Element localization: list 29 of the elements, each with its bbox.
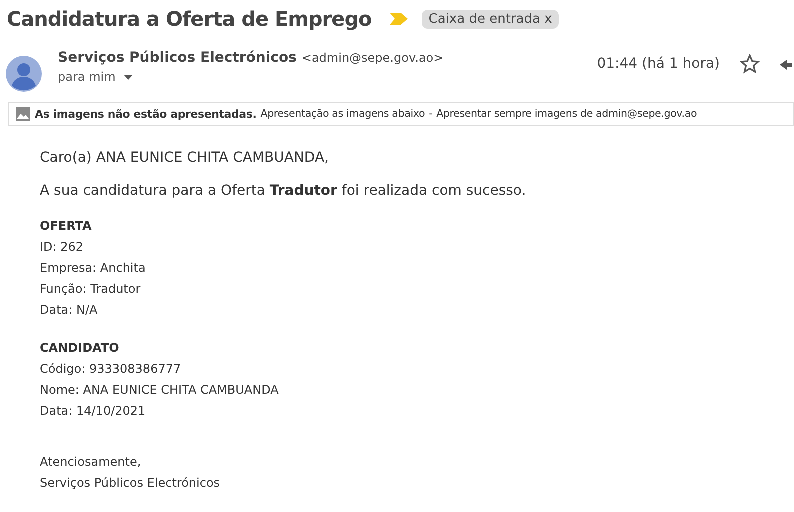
show-images-link[interactable]: Apresentação as imagens abaixo (260, 108, 426, 120)
detail-line: Código: 933308386777 (40, 361, 182, 378)
detail-line: Data: N/A (40, 302, 99, 319)
sender-name: Serviços Públicos Electrónicos (58, 50, 297, 66)
section-heading: OFERTA (40, 218, 93, 235)
importance-marker-icon[interactable] (390, 13, 408, 25)
inbox-label[interactable]: Caixa de entrada x (422, 10, 560, 28)
detail-line: Nome: ANA EUNICE CHITA CAMBUANDA (40, 382, 280, 399)
avatar-icon (6, 56, 42, 92)
sender-email: <admin@sepe.gov.ao> (302, 51, 444, 65)
detail-line: ID: 262 (40, 239, 85, 256)
reply-icon[interactable] (780, 58, 792, 72)
separator-text: - (429, 108, 433, 120)
closing-line: Serviços Públicos Electrónicos (40, 475, 222, 492)
section-heading: CANDIDATO (40, 340, 120, 357)
timestamp: 01:44 (há 1 hora) (597, 56, 720, 72)
email-subject: Candidatura a Oferta de Emprego (7, 7, 372, 31)
always-show-link[interactable]: Apresentar sempre imagens de admin@sepe.gov.ao (436, 108, 698, 120)
detail-line: Data: 14/10/2021 (40, 403, 147, 420)
detail-line: Função: Tradutor (40, 281, 142, 298)
recipient-dropdown[interactable]: para mim (58, 70, 133, 84)
caret-icon (124, 74, 133, 80)
detail-line: Empresa: Anchita (40, 260, 147, 277)
closing-line: Atenciosamente, (40, 454, 142, 471)
image-icon (16, 107, 30, 121)
notice-text: As imagens não estão apresentadas. (35, 108, 257, 120)
star-icon[interactable] (740, 54, 760, 74)
message-text: A sua candidatura para a Oferta Tradutor foi realizada com sucesso. (40, 183, 528, 199)
greeting-text: Caro(a) ANA EUNICE CHITA CAMBUANDA, (40, 150, 330, 166)
